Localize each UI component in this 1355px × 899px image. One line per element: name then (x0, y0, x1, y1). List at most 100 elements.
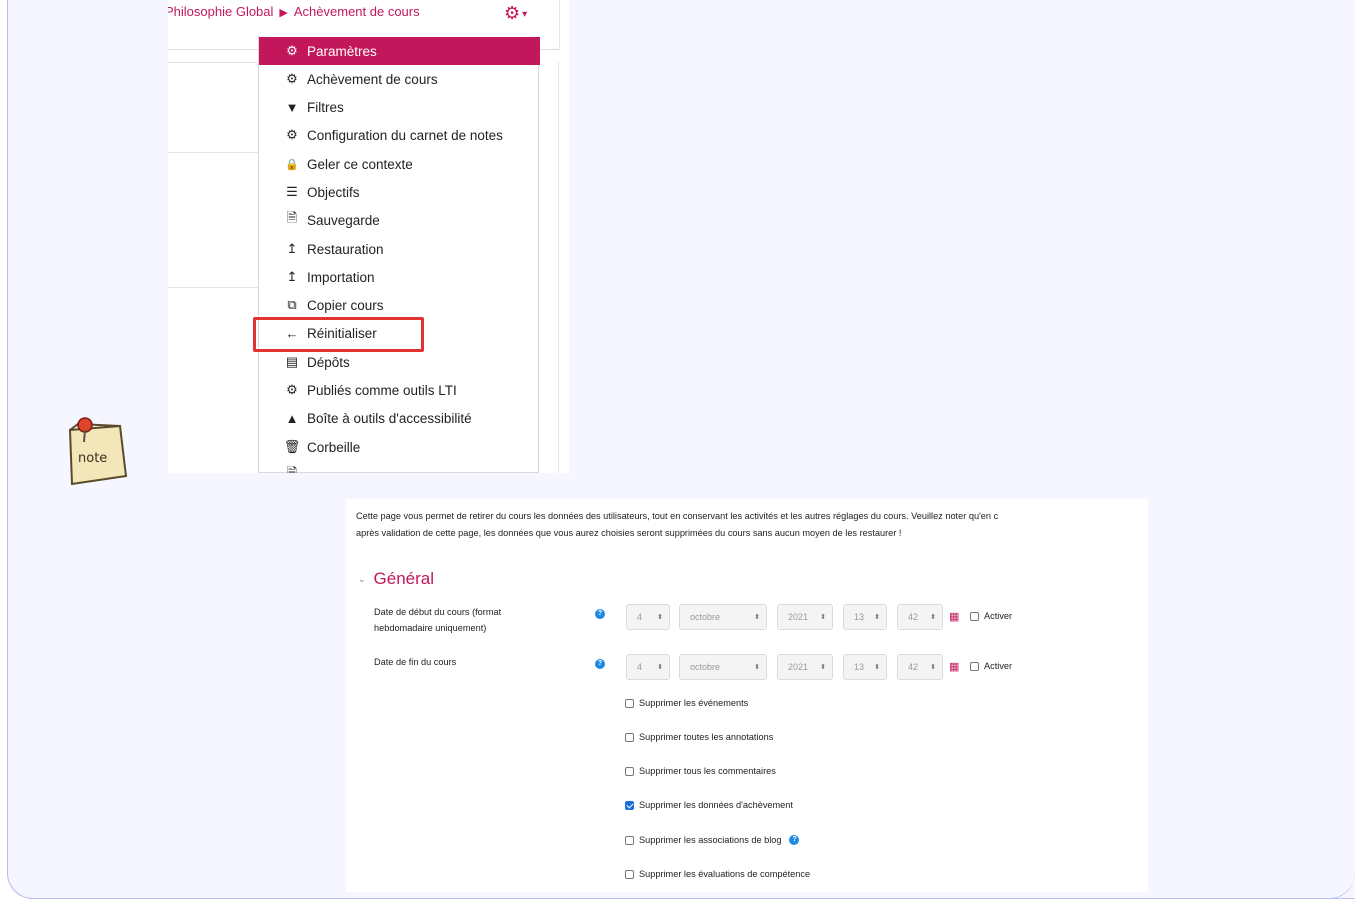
menu-item-objectifs[interactable]: ☰ Objectifs (259, 178, 540, 206)
menu-item-restauration[interactable]: ↥ Restauration (259, 235, 540, 263)
label-line: hebdomadaire uniquement) (374, 623, 487, 633)
breadcrumb-current[interactable]: Achèvement de cours (294, 4, 420, 19)
menu-item-partial: 🗎 (259, 461, 540, 473)
copy-icon: ⧉ (287, 297, 297, 312)
checkbox-label: Supprimer les associations de blog (639, 835, 782, 845)
checkbox[interactable] (625, 869, 634, 879)
divider (168, 152, 260, 153)
checkbox-supprimer-evenements[interactable]: Supprimer les événements (625, 698, 748, 708)
menu-item-corbeille[interactable]: 🗑 Corbeille (259, 433, 540, 461)
checkbox[interactable] (625, 835, 634, 845)
end-month-select[interactable]: octobre ⬍ (679, 654, 767, 680)
end-date-enable[interactable]: Activer (970, 661, 1012, 671)
list-icon: ☰ (286, 184, 298, 199)
checkbox-supprimer-blog[interactable]: Supprimer les associations de blog? (625, 835, 800, 845)
start-minute-select[interactable]: 42 ⬍ (897, 604, 943, 630)
start-date-label: Date de début du cours (format hebdomada… (374, 604, 554, 636)
checkbox-supprimer-commentaires[interactable]: Supprimer tous les commentaires (625, 766, 776, 776)
updown-icon: ⬍ (820, 614, 826, 621)
divider (168, 287, 260, 288)
gear-icon: ⚙ (286, 382, 298, 397)
select-value: 42 (908, 612, 919, 622)
start-hour-select[interactable]: 13 ⬍ (843, 604, 887, 630)
select-value: 4 (637, 612, 643, 622)
menu-item-filtres[interactable]: ▼ Filtres (259, 93, 540, 121)
section-general-header[interactable]: ⌄ Général (358, 569, 434, 589)
menu-item-importation[interactable]: ↥ Importation (259, 263, 540, 291)
checkbox[interactable] (970, 661, 979, 671)
checkbox[interactable] (625, 766, 634, 776)
menu-item-accessibilite[interactable]: ▲ Boîte à outils d'accessibilité (259, 404, 540, 432)
course-settings-gear-button[interactable]: ⚙ ▾ (504, 3, 527, 24)
trash-icon: 🗑 (283, 439, 301, 454)
label-line: Date de fin du cours (374, 657, 457, 667)
gear-icon: ⚙ (286, 43, 298, 58)
checkbox-label: Supprimer les évaluations de compétence (639, 869, 811, 879)
help-icon[interactable]: ? (789, 835, 800, 845)
label-line: Date de début du cours (format (374, 607, 502, 617)
updown-icon: ⬍ (930, 664, 936, 671)
menu-item-label: Importation (307, 269, 375, 285)
select-value: 42 (908, 662, 919, 672)
intro-text: Cette page vous permet de retirer du cou… (356, 508, 1148, 542)
caret-down-icon: ▾ (522, 8, 528, 20)
updown-icon: ⬍ (930, 614, 936, 621)
file-icon: 🗎 (286, 465, 298, 473)
checkbox-label: Supprimer toutes les annotations (639, 732, 774, 742)
menu-item-label: Publiés comme outils LTI (307, 382, 457, 398)
checkbox[interactable] (625, 732, 634, 742)
end-minute-select[interactable]: 42 ⬍ (897, 654, 943, 680)
start-month-select[interactable]: octobre ⬍ (679, 604, 767, 630)
breadcrumb-course[interactable]: Philosophie Global (168, 4, 273, 19)
menu-item-label: Boîte à outils d'accessibilité (307, 410, 472, 426)
checkbox-supprimer-annotations[interactable]: Supprimer toutes les annotations (625, 732, 773, 742)
calendar-icon[interactable]: ▦ (949, 660, 959, 673)
checkbox-label: Supprimer les événements (639, 698, 749, 708)
help-icon[interactable]: ? (595, 659, 605, 669)
checkbox[interactable] (625, 698, 634, 708)
menu-item-label: Achèvement de cours (307, 71, 438, 87)
checkbox-supprimer-competences[interactable]: Supprimer les évaluations de compétence (625, 869, 810, 879)
checkbox-label: Supprimer les données d'achèvement (639, 800, 793, 810)
menu-item-label: Geler ce contexte (307, 156, 413, 172)
menu-item-depots[interactable]: ▤ Dépôts (259, 348, 540, 376)
note-icon: note (68, 417, 128, 486)
start-year-select[interactable]: 2021 ⬍ (777, 604, 833, 630)
menu-item-label: Corbeille (307, 439, 361, 455)
select-value: 2021 (788, 612, 809, 622)
menu-item-lti[interactable]: ⚙ Publiés comme outils LTI (259, 376, 540, 404)
menu-item-label: Objectifs (307, 184, 360, 200)
divider (168, 62, 260, 63)
chart-area-icon: ▲ (285, 410, 299, 426)
gear-icon: ⚙ (286, 127, 298, 142)
breadcrumb-separator-icon: ▶ (279, 7, 288, 19)
menu-item-label: Sauvegarde (307, 212, 380, 228)
checkbox-checked[interactable] (625, 800, 634, 810)
menu-item-parametres[interactable]: ⚙ Paramètres (259, 37, 540, 65)
help-icon[interactable]: ? (595, 609, 605, 619)
calendar-icon[interactable]: ▦ (949, 610, 959, 623)
checkbox-label: Activer (984, 611, 1013, 621)
menu-item-geler[interactable]: 🔒 Geler ce contexte (259, 150, 540, 178)
gear-icon: ⚙ (286, 71, 298, 86)
highlight-reinitialiser (253, 317, 424, 352)
upload-icon: ↥ (286, 241, 298, 256)
start-day-select[interactable]: 4 ⬍ (626, 604, 670, 630)
intro-line: Cette page vous permet de retirer du cou… (356, 511, 999, 521)
menu-item-achevement[interactable]: ⚙ Achèvement de cours (259, 65, 540, 93)
end-hour-select[interactable]: 13 ⬍ (843, 654, 887, 680)
end-day-select[interactable]: 4 ⬍ (626, 654, 670, 680)
course-reset-form-screenshot: Cette page vous permet de retirer du cou… (346, 499, 1148, 892)
end-year-select[interactable]: 2021 ⬍ (777, 654, 833, 680)
svg-text:note: note (78, 451, 107, 466)
filter-icon: ▼ (285, 99, 299, 115)
menu-item-copier-cours[interactable]: ⧉ Copier cours (259, 291, 540, 319)
select-value: octobre (690, 662, 721, 672)
start-date-enable[interactable]: Activer (970, 611, 1012, 621)
select-value: 13 (854, 612, 865, 622)
section-title: Général (373, 569, 435, 588)
checkbox[interactable] (970, 611, 979, 621)
menu-item-sauvegarde[interactable]: 🗎 Sauvegarde (259, 206, 540, 234)
menu-item-carnet-de-notes[interactable]: ⚙ Configuration du carnet de notes (259, 121, 540, 149)
checkbox-supprimer-achevement[interactable]: Supprimer les données d'achèvement (625, 800, 793, 810)
